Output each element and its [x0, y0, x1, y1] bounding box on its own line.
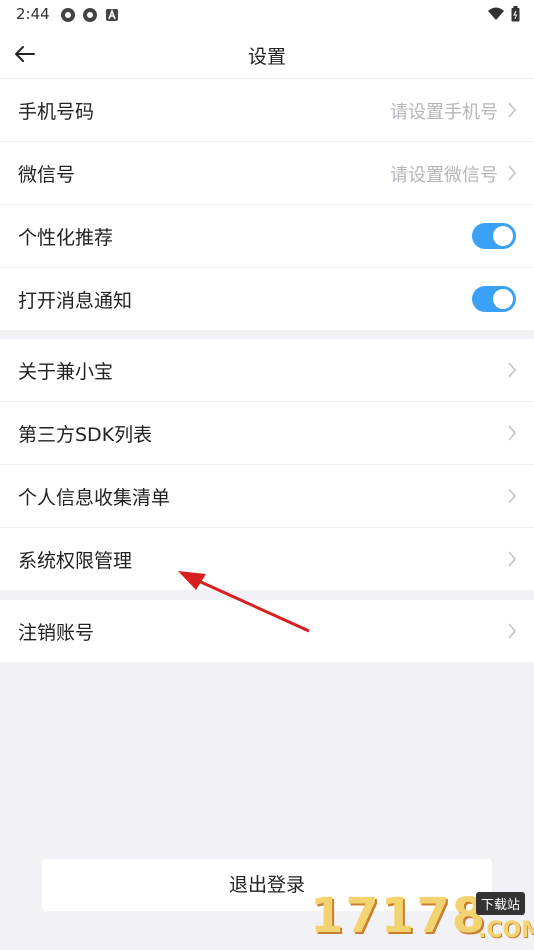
app-notification-icon — [83, 8, 97, 22]
message-notification-toggle[interactable] — [472, 286, 516, 312]
wechat-row[interactable]: 微信号 请设置微信号 — [0, 142, 534, 205]
message-notification-label: 打开消息通知 — [18, 290, 133, 312]
message-notification-row: 打开消息通知 — [0, 268, 534, 330]
chevron-right-icon — [508, 425, 517, 441]
page-title: 设置 — [247, 46, 286, 68]
chevron-right-icon — [508, 362, 517, 378]
third-party-sdk-label: 第三方SDK列表 — [18, 424, 153, 446]
third-party-sdk-row[interactable]: 第三方SDK列表 — [0, 402, 534, 465]
text-notification-icon — [106, 8, 118, 21]
app-notification-icon — [61, 8, 75, 22]
personal-info-list-label: 个人信息收集清单 — [18, 487, 171, 509]
personalized-recommendation-row: 个性化推荐 — [0, 205, 534, 268]
status-time: 2:44 — [16, 5, 50, 23]
site-watermark: 17178 下载站 .COM — [310, 888, 534, 950]
status-notifications — [60, 7, 120, 23]
personalized-recommendation-toggle[interactable] — [472, 223, 516, 249]
status-system-icons — [487, 6, 520, 22]
chevron-right-icon — [508, 165, 517, 181]
chevron-right-icon — [508, 551, 517, 567]
watermark-domain: .COM — [478, 918, 534, 943]
wifi-icon — [488, 7, 504, 20]
phone-number-label: 手机号码 — [18, 101, 95, 123]
watermark-tag: 下载站 — [476, 892, 526, 915]
watermark-number: 17178 — [310, 888, 487, 944]
wechat-hint: 请设置微信号 — [390, 165, 498, 186]
phone-number-hint: 请设置手机号 — [390, 102, 498, 123]
cancel-account-label: 注销账号 — [18, 622, 95, 644]
personalized-recommendation-label: 个性化推荐 — [18, 227, 114, 249]
about-label: 关于兼小宝 — [18, 361, 114, 383]
toggle-knob — [493, 226, 513, 246]
toggle-knob — [493, 289, 513, 309]
cancel-account-row[interactable]: 注销账号 — [0, 600, 534, 662]
account-cancel-group: 注销账号 — [0, 600, 534, 662]
about-row[interactable]: 关于兼小宝 — [0, 339, 534, 402]
info-group: 关于兼小宝 第三方SDK列表 个人信息收集清单 系统权限管理 — [0, 339, 534, 590]
app-bar: 设置 — [0, 30, 534, 79]
chevron-right-icon — [508, 102, 517, 118]
chevron-right-icon — [508, 488, 517, 504]
personal-info-list-row[interactable]: 个人信息收集清单 — [0, 465, 534, 528]
status-bar: 2:44 — [0, 0, 534, 30]
phone-number-row[interactable]: 手机号码 请设置手机号 — [0, 79, 534, 142]
account-settings-group: 手机号码 请设置手机号 微信号 请设置微信号 个性化推荐 打开消息通知 — [0, 79, 534, 330]
chevron-right-icon — [508, 623, 517, 639]
battery-icon — [511, 6, 520, 22]
wechat-label: 微信号 — [18, 164, 76, 186]
system-permission-row[interactable]: 系统权限管理 — [0, 528, 534, 590]
system-permission-label: 系统权限管理 — [18, 550, 133, 572]
